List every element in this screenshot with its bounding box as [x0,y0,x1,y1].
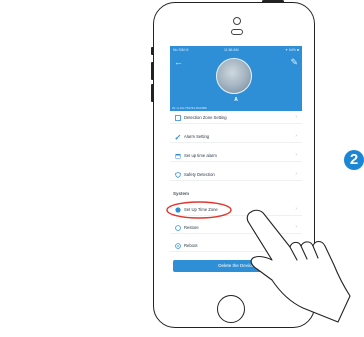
pointing-hand-icon [246,209,351,323]
annotation-overlay [166,201,351,323]
highlight-ring [166,201,232,219]
